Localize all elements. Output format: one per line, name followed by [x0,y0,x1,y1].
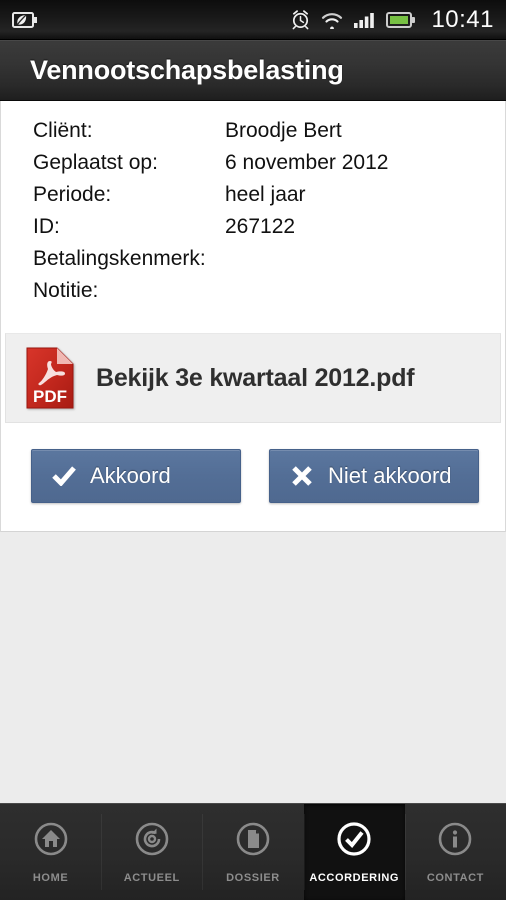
attachment-section: PDF Bekijk 3e kwartaal 2012.pdf [1,317,505,423]
tab-dossier[interactable]: DOSSIER [202,804,303,900]
detail-label: ID: [33,215,60,238]
check-circle-icon [335,820,373,863]
tab-home-label: HOME [32,872,69,884]
info-icon [436,820,474,863]
bottom-navigation: HOME ACTUEEL DOSSIER ACCORDERING CONTACT [0,803,506,900]
status-bar-clock: 10:41 [431,5,494,33]
page-title: Vennootschapsbelasting [30,54,344,85]
battery-icon [386,11,416,29]
detail-row: Cliënt: Broodje Bert [1,119,505,151]
document-icon [234,820,272,863]
attachment-label: Bekijk 3e kwartaal 2012.pdf [96,363,415,392]
detail-label: Geplaatst op: [33,151,158,174]
tab-dossier-label: DOSSIER [226,872,280,884]
phone-screen: 10:41 Vennootschapsbelasting Cliënt: Bro… [0,0,506,900]
attachment-row[interactable]: PDF Bekijk 3e kwartaal 2012.pdf [5,333,501,423]
detail-label: Cliënt: [33,119,93,142]
detail-value: 6 november 2012 [225,151,389,174]
detail-row: Geplaatst op: 6 november 2012 [1,151,505,183]
approve-button-label: Akkoord [90,463,171,488]
detail-label: Periode: [33,183,112,206]
detail-value: 267122 [225,215,296,238]
battery-eco-icon [12,11,38,29]
check-icon [52,464,76,488]
detail-value: Broodje Bert [225,119,342,142]
home-icon [32,820,70,863]
status-bar-right: 10:41 [290,6,494,34]
wifi-icon [320,10,344,29]
tab-accordering[interactable]: ACCORDERING [303,804,405,900]
cross-icon [290,464,314,488]
status-bar-left [12,11,38,29]
reject-button[interactable]: Niet akkoord [269,449,479,503]
detail-list: Cliënt: Broodje Bert Geplaatst op: 6 nov… [1,119,505,317]
signal-bars-icon [353,10,377,29]
svg-text:PDF: PDF [33,387,67,406]
app-title-bar: Vennootschapsbelasting [0,40,506,101]
tab-contact[interactable]: CONTACT [404,804,506,900]
tab-actueel[interactable]: ACTUEEL [101,804,202,900]
content-area: Cliënt: Broodje Bert Geplaatst op: 6 nov… [0,101,506,803]
approve-button[interactable]: Akkoord [31,449,241,503]
tab-home[interactable]: HOME [0,804,101,900]
detail-row: Betalingskenmerk: [1,247,505,279]
alarm-clock-icon [290,9,311,30]
tab-contact-label: CONTACT [426,872,484,884]
status-bar: 10:41 [0,0,506,40]
detail-label: Notitie: [33,279,99,302]
detail-row: Notitie: [1,279,505,311]
detail-value: heel jaar [225,183,306,206]
detail-row: Periode: heel jaar [1,183,505,215]
pdf-file-icon: PDF [26,347,74,409]
detail-label: Betalingskenmerk: [33,247,206,270]
tab-actueel-label: ACTUEEL [123,872,180,884]
refresh-spiral-icon [133,820,171,863]
tab-accordering-label: ACCORDERING [309,872,400,884]
action-buttons: Akkoord Niet akkoord [1,423,505,531]
detail-row: ID: 267122 [1,215,505,247]
detail-card: Cliënt: Broodje Bert Geplaatst op: 6 nov… [0,101,506,532]
reject-button-label: Niet akkoord [328,463,452,488]
